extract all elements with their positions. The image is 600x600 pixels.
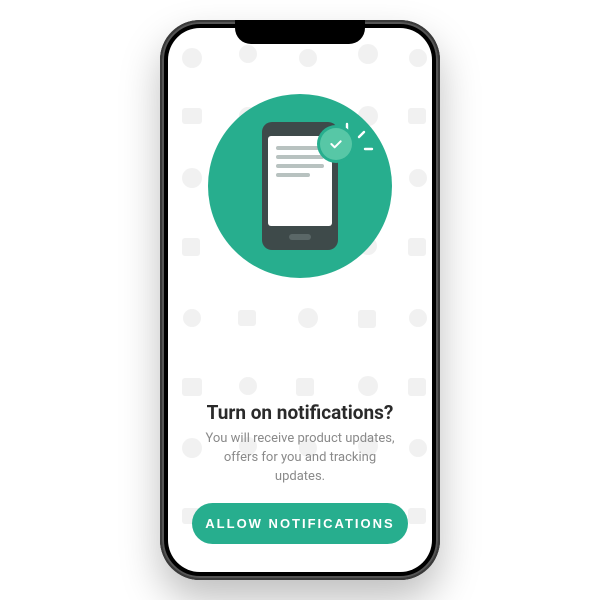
app-screen: Turn on notifications? You will receive …	[168, 28, 432, 572]
prompt-text-block: Turn on notifications? You will receive …	[192, 401, 408, 503]
phone-device-frame: Turn on notifications? You will receive …	[160, 20, 440, 580]
device-notch	[235, 20, 365, 44]
checkmark-badge-icon	[320, 128, 352, 160]
allow-notifications-button[interactable]: ALLOW NOTIFICATIONS	[192, 503, 408, 544]
phone-icon	[262, 122, 338, 250]
prompt-description: You will receive product updates, offers…	[192, 430, 408, 487]
prompt-title: Turn on notifications?	[192, 401, 408, 424]
notification-illustration	[208, 94, 392, 278]
permission-prompt: Turn on notifications? You will receive …	[168, 28, 432, 572]
